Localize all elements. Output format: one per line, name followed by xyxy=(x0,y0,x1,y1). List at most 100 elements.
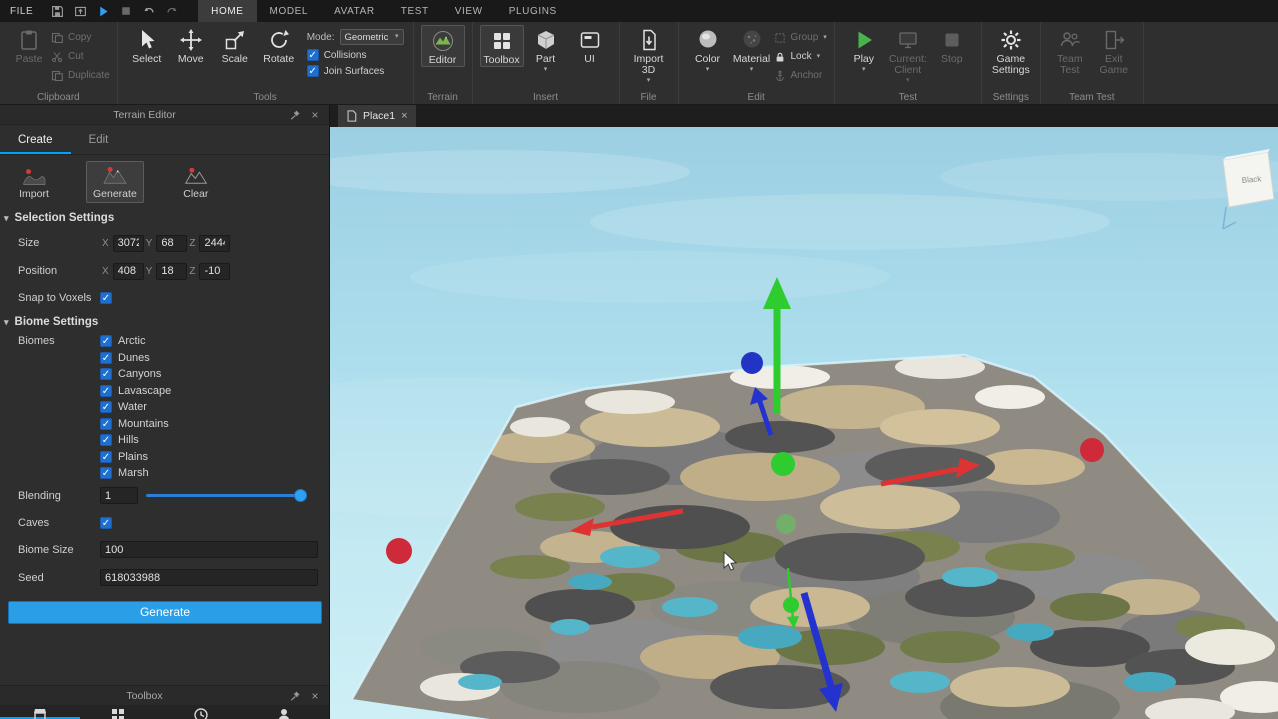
stop-button[interactable]: Stop xyxy=(930,25,974,65)
dock-pin-icon[interactable] xyxy=(289,690,301,702)
close-icon[interactable]: × xyxy=(309,690,321,702)
slider-handle[interactable] xyxy=(294,489,307,502)
gizmo-handle-green-faint[interactable] xyxy=(776,514,796,534)
tab-view[interactable]: VIEW xyxy=(442,0,496,22)
biome-size-input[interactable] xyxy=(100,541,318,558)
biome-checkbox-plains[interactable] xyxy=(100,450,112,463)
close-icon[interactable]: × xyxy=(309,109,321,121)
import-3d-button[interactable]: Import 3D ▾ xyxy=(627,25,671,84)
redo-icon[interactable] xyxy=(164,3,180,19)
3d-scene[interactable]: Black xyxy=(330,127,1278,719)
biome-checkbox-mountains[interactable] xyxy=(100,417,112,430)
tab-test[interactable]: TEST xyxy=(388,0,442,22)
paste-icon xyxy=(21,30,37,50)
creations-person-icon[interactable] xyxy=(276,707,292,719)
size-x-input[interactable] xyxy=(112,234,144,252)
move-tool-button[interactable]: Move xyxy=(169,25,213,65)
biome-settings-header[interactable]: ▾ Biome Settings xyxy=(0,311,329,333)
gizmo-handle-green-small[interactable] xyxy=(783,597,799,613)
biome-checkbox-canyons[interactable] xyxy=(100,368,112,381)
gizmo-handle-red-right[interactable] xyxy=(1080,438,1104,462)
tab-avatar[interactable]: AVATAR xyxy=(321,0,388,22)
terrain-editor-header[interactable]: Terrain Editor × xyxy=(0,105,329,125)
biome-checkbox-hills[interactable] xyxy=(100,434,112,447)
tab-plugins[interactable]: PLUGINS xyxy=(496,0,570,22)
import-action-label: Import xyxy=(19,188,49,200)
inventory-grid-icon[interactable] xyxy=(110,707,126,719)
blending-input[interactable] xyxy=(100,487,138,504)
mouse-cursor xyxy=(722,551,740,573)
tab-model[interactable]: MODEL xyxy=(257,0,322,22)
biome-checkbox-dunes[interactable] xyxy=(100,351,112,364)
color-button[interactable]: Color ▾ xyxy=(686,25,730,73)
dock-pin-icon[interactable] xyxy=(289,109,301,121)
file-menu[interactable]: FILE xyxy=(0,6,43,17)
tab-home[interactable]: HOME xyxy=(198,0,257,22)
join-surfaces-checkbox[interactable] xyxy=(306,65,319,77)
biome-checkbox-water[interactable] xyxy=(100,401,112,414)
place-tab[interactable]: Place1 × xyxy=(338,105,416,127)
size-y-input[interactable] xyxy=(156,234,188,252)
size-z-input[interactable] xyxy=(199,234,231,252)
toolbox-panel-header[interactable]: Toolbox × xyxy=(0,685,329,705)
play-icon[interactable] xyxy=(95,3,111,19)
exit-game-button[interactable]: Exit Game xyxy=(1092,25,1136,76)
biome-checkbox-lavascape[interactable] xyxy=(100,384,112,397)
position-x-input[interactable] xyxy=(112,262,144,280)
collisions-checkbox[interactable] xyxy=(306,49,319,61)
group-button[interactable]: Group ▾ xyxy=(774,29,827,46)
paste-button[interactable]: Paste xyxy=(7,25,51,65)
anchor-button[interactable]: Anchor xyxy=(774,67,827,84)
position-z-input[interactable] xyxy=(199,262,231,280)
save-icon[interactable] xyxy=(49,3,65,19)
rotate-tool-button[interactable]: Rotate xyxy=(257,25,301,65)
seed-input[interactable] xyxy=(100,569,318,586)
stop-icon[interactable] xyxy=(118,3,134,19)
current-client-button[interactable]: Current: Client ▾ xyxy=(886,25,930,84)
gizmo-handle-green-center[interactable] xyxy=(771,452,795,476)
copy-button[interactable]: Copy xyxy=(51,29,110,46)
import-action-button[interactable]: Import xyxy=(10,161,58,203)
terrain-editor-button[interactable]: Editor xyxy=(420,25,465,67)
gizmo-handle-blue[interactable] xyxy=(741,352,763,374)
snap-to-voxels-checkbox[interactable] xyxy=(100,292,112,304)
part-button[interactable]: Part ▾ xyxy=(524,25,568,73)
terrain-actions: Import Generate Clear xyxy=(0,155,329,207)
duplicate-button[interactable]: Duplicate xyxy=(51,67,110,84)
generate-action-button[interactable]: Generate xyxy=(86,161,144,203)
biome-checkbox-arctic[interactable] xyxy=(100,335,112,348)
biome-label: Water xyxy=(118,401,147,414)
play-button[interactable]: Play ▾ xyxy=(842,25,886,73)
game-settings-button[interactable]: Game Settings xyxy=(989,25,1033,76)
axis-y-label: Y xyxy=(145,265,153,277)
gizmo-handle-red-left[interactable] xyxy=(386,538,412,564)
team-test-button[interactable]: Team Test xyxy=(1048,25,1092,76)
biome-checkbox-marsh[interactable] xyxy=(100,467,112,480)
publish-icon[interactable] xyxy=(72,3,88,19)
mode-dropdown[interactable]: Geometric ▾ xyxy=(339,29,404,45)
recent-clock-icon[interactable] xyxy=(193,707,209,719)
scale-tool-button[interactable]: Scale xyxy=(213,25,257,65)
menubar: FILE HOME MODEL AVATAR TEST VIEW PLUGINS xyxy=(0,0,1278,22)
close-icon[interactable]: × xyxy=(401,110,407,122)
selection-settings-header[interactable]: ▾ Selection Settings xyxy=(0,207,329,229)
generate-button[interactable]: Generate xyxy=(8,600,322,624)
biome-row-canyons: Canyons xyxy=(100,366,171,383)
tab-create[interactable]: Create xyxy=(0,125,71,154)
ui-button[interactable]: UI xyxy=(568,25,612,65)
toolbox-button[interactable]: Toolbox xyxy=(479,25,524,67)
cut-button[interactable]: Cut xyxy=(51,48,110,65)
material-button[interactable]: Material ▾ xyxy=(730,25,774,73)
lock-button[interactable]: Lock ▾ xyxy=(774,48,827,65)
corner-note-part[interactable]: Black xyxy=(1222,149,1275,230)
select-tool-button[interactable]: Select xyxy=(125,25,169,65)
blending-slider[interactable] xyxy=(146,489,307,502)
undo-icon[interactable] xyxy=(141,3,157,19)
position-y-input[interactable] xyxy=(156,262,188,280)
clear-action-button[interactable]: Clear xyxy=(172,161,220,203)
tab-edit[interactable]: Edit xyxy=(71,125,127,154)
seed-label: Seed xyxy=(18,571,44,584)
import-3d-icon xyxy=(642,29,656,51)
toolbox-active-tab[interactable] xyxy=(0,705,80,719)
caves-checkbox[interactable] xyxy=(100,516,112,529)
